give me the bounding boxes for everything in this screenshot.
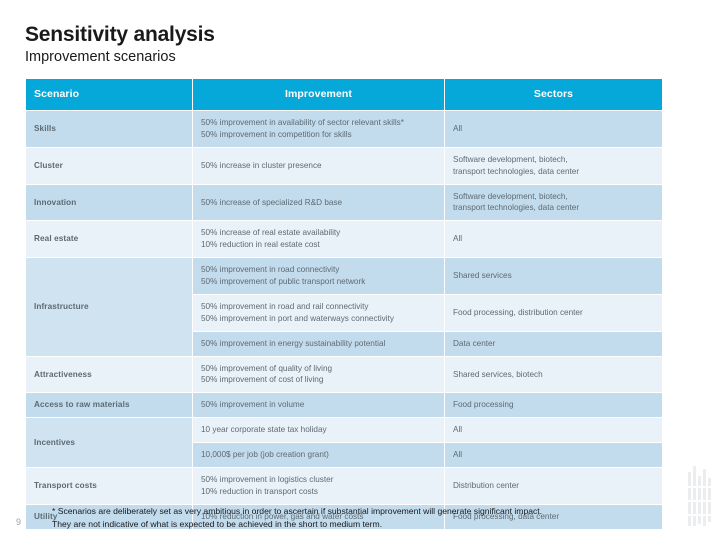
table-header-row: Scenario Improvement Sectors — [26, 79, 662, 110]
footnote-line-2: They are not indicative of what is expec… — [52, 518, 383, 529]
page-title: Sensitivity analysis — [25, 23, 215, 46]
improvement-line: 10,000$ per job (job creation grant) — [201, 450, 329, 460]
improvement-line: 10% reduction in transport costs — [201, 486, 318, 496]
table-header: Scenario Improvement Sectors — [26, 79, 662, 110]
slide: Sensitivity analysis Improvement scenari… — [0, 0, 720, 540]
improvement-cell: 50% improvement in road and rail connect… — [193, 294, 444, 331]
improvement-cell: 50% increase of specialized R&D base — [193, 184, 444, 221]
sectors-line: Software development, biotech, — [453, 191, 568, 201]
sensitivity-table: Scenario Improvement Sectors Skills 50% i… — [25, 78, 663, 530]
table-row: Attractiveness 50% improvement of quality… — [26, 356, 662, 393]
sensitivity-table-wrapper: Scenario Improvement Sectors Skills 50% i… — [25, 78, 663, 530]
improvement-line: 50% improvement in port and waterways co… — [201, 313, 394, 323]
sectors-cell: Data center — [445, 331, 662, 356]
improvement-line: 50% improvement in volume — [201, 400, 305, 410]
table-row: Transport costs 50% improvement in logist… — [26, 468, 662, 504]
scenario-cell: Access to raw materials — [26, 393, 192, 418]
improvement-line: 50% improvement of quality of living — [201, 363, 333, 373]
improvement-line: 10 year corporate state tax holiday — [201, 425, 327, 435]
improvement-line: 50% improvement in logistics cluster — [201, 475, 334, 485]
sectors-cell: Shared services — [445, 258, 662, 294]
sectors-cell: Food processing — [445, 393, 662, 418]
title-block: Sensitivity analysis Improvement scenari… — [25, 23, 665, 66]
improvement-cell: 50% improvement in road connectivity 50% … — [193, 258, 444, 294]
improvement-line: 50% improvement in road and rail connect… — [201, 301, 369, 311]
page-subtitle: Improvement scenarios — [25, 49, 176, 66]
improvement-line: 50% improvement in competition for skill… — [201, 129, 352, 139]
improvement-cell: 50% increase of real estate availability… — [193, 221, 444, 258]
improvement-line: 50% improvement of cost of living — [201, 375, 324, 385]
scenario-cell: Transport costs — [26, 468, 192, 504]
sectors-line: transport technologies, data center — [453, 203, 580, 213]
sectors-cell: Distribution center — [445, 468, 662, 504]
scenario-cell: Attractiveness — [26, 356, 192, 393]
scenario-cell: Skills — [26, 111, 192, 147]
column-header-scenario: Scenario — [26, 79, 192, 110]
improvement-cell: 50% improvement in energy sustainability… — [193, 331, 444, 356]
footnote: * Scenarios are deliberately set as very… — [52, 505, 672, 531]
improvement-line: 50% improvement in availability of secto… — [201, 118, 404, 127]
improvement-cell: 50% improvement in logistics cluster 10% … — [193, 468, 444, 504]
footnote-line-1: * Scenarios are deliberately set as very… — [52, 506, 543, 516]
improvement-cell: 50% increase in cluster presence — [193, 147, 444, 184]
logo-watermark-icon — [686, 466, 712, 532]
improvement-cell: 50% improvement in availability of secto… — [193, 111, 444, 147]
table-row: Real estate 50% increase of real estate a… — [26, 221, 662, 258]
improvement-cell: 50% improvement of quality of living 50% … — [193, 356, 444, 393]
sectors-cell: Food processing, distribution center — [445, 294, 662, 331]
table-row: Skills 50% improvement in availability of… — [26, 111, 662, 147]
improvement-cell: 10 year corporate state tax holiday — [193, 418, 444, 443]
sectors-cell: All — [445, 111, 662, 147]
table-row: Access to raw materials 50% improvement i… — [26, 393, 662, 418]
scenario-cell: Incentives — [26, 418, 192, 468]
improvement-line: 50% increase of specialized R&D base — [201, 197, 343, 207]
sectors-cell: All — [445, 221, 662, 258]
scenario-cell: Real estate — [26, 221, 192, 258]
improvement-line: 50% improvement in road connectivity — [201, 265, 340, 275]
table-row: Incentives 10 year corporate state tax ho… — [26, 418, 662, 468]
column-header-sectors: Sectors — [445, 79, 662, 110]
scenario-cell: Cluster — [26, 147, 192, 184]
sectors-line: Software development, biotech, — [453, 154, 568, 164]
sectors-line: transport technologies, data center — [453, 166, 580, 176]
improvement-cell: 10,000$ per job (job creation grant) — [193, 443, 444, 468]
improvement-line: 10% reduction in real estate cost — [201, 240, 320, 250]
sectors-cell: Software development, biotech, transport … — [445, 147, 662, 184]
scenario-cell: Infrastructure — [26, 258, 192, 356]
improvement-cell: 50% improvement in volume — [193, 393, 444, 418]
page-number: 9 — [16, 517, 22, 527]
table-row: Innovation 50% increase of specialized R&… — [26, 184, 662, 221]
column-header-improvement: Improvement — [193, 79, 444, 110]
improvement-line: 50% improvement in energy sustainability… — [201, 338, 386, 348]
improvement-line: 50% increase in cluster presence — [201, 160, 322, 170]
sectors-cell: Software development, biotech, transport … — [445, 184, 662, 221]
sectors-cell: All — [445, 418, 662, 443]
improvement-line: 50% increase of real estate availability — [201, 228, 341, 238]
sectors-cell: All — [445, 443, 662, 468]
improvement-line: 50% improvement of public transport netw… — [201, 277, 366, 287]
table-row: Cluster 50% increase in cluster presence S… — [26, 147, 662, 184]
sectors-cell: Shared services, biotech — [445, 356, 662, 393]
table-body: Skills 50% improvement in availability of… — [26, 111, 662, 529]
scenario-cell: Innovation — [26, 184, 192, 221]
table-row: Infrastructure 50% improvement in road co… — [26, 258, 662, 356]
